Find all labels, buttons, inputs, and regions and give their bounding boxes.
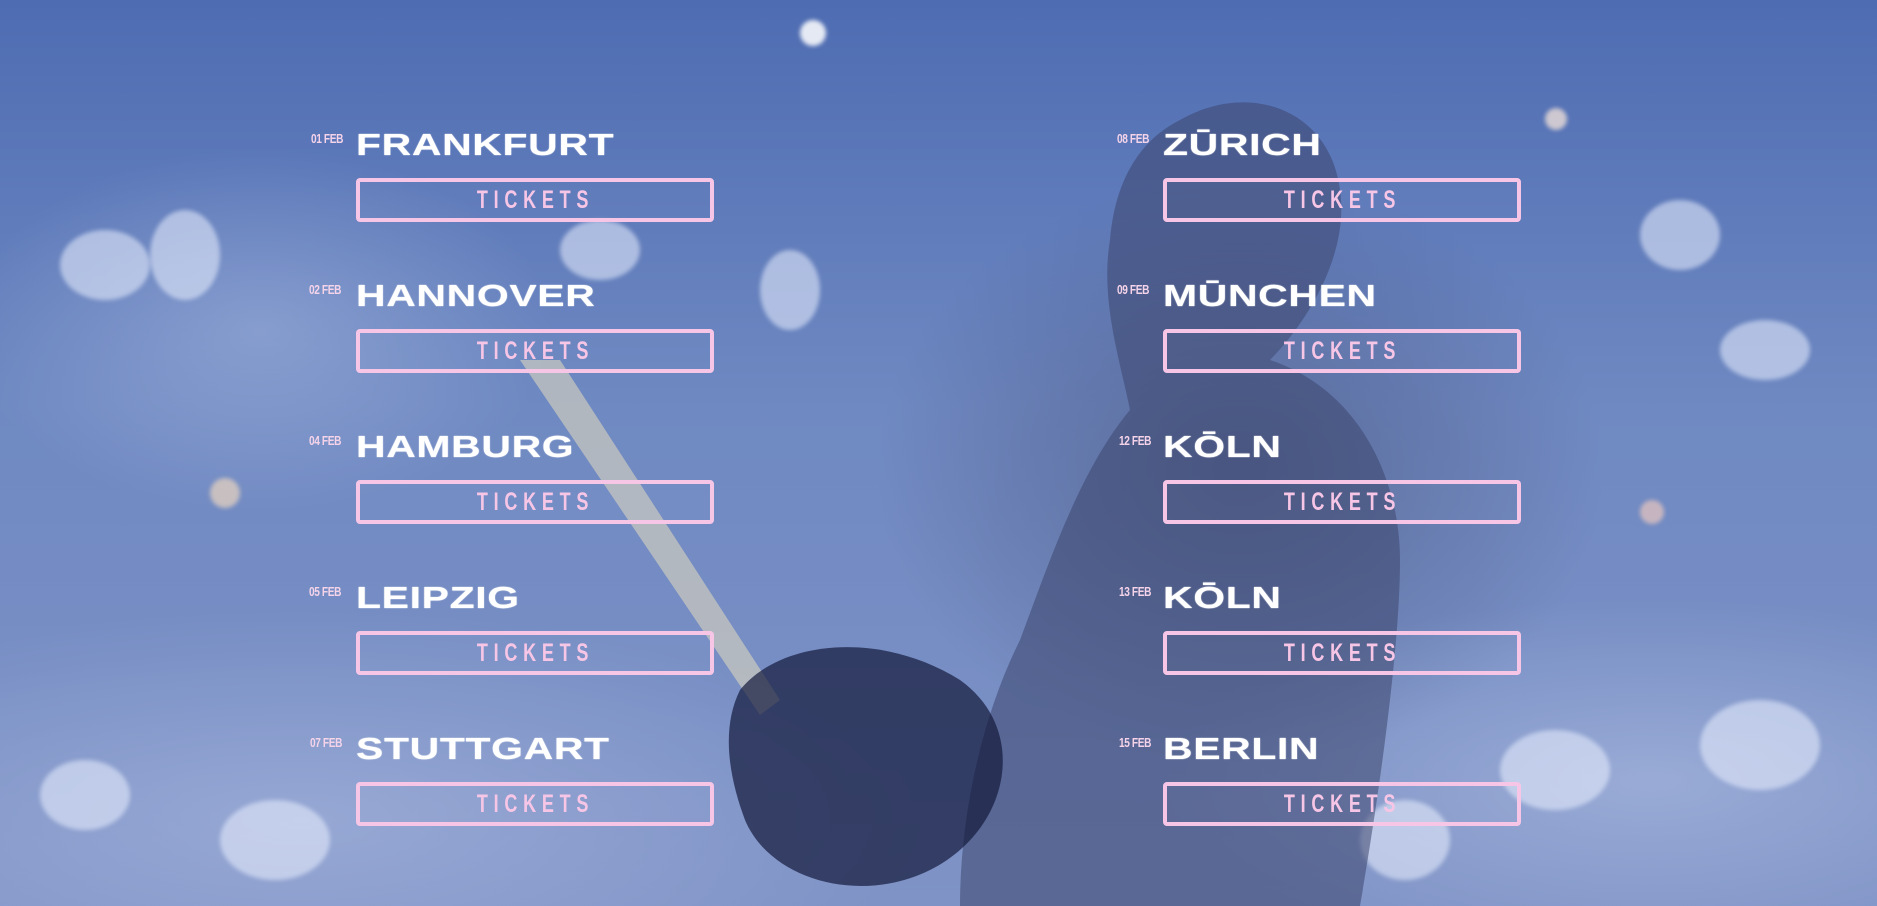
tickets-button[interactable]: TICKETS (356, 178, 714, 222)
tickets-button[interactable]: TICKETS (1163, 782, 1521, 826)
tickets-button[interactable]: TICKETS (1163, 329, 1521, 373)
event-city: STUTTGART (356, 731, 610, 766)
event-date: 13 FEB (1119, 584, 1152, 599)
event-city: FRANKFURT (356, 127, 615, 162)
event-date: 09 FEB (1117, 282, 1150, 297)
event-city: KŌLN (1163, 429, 1282, 464)
event-date: 12 FEB (1119, 433, 1152, 448)
tickets-button-label: TICKETS (476, 336, 594, 365)
event-date: 04 FEB (309, 433, 342, 448)
tickets-button-label: TICKETS (476, 638, 594, 667)
tickets-button[interactable]: TICKETS (1163, 178, 1521, 222)
tickets-button[interactable]: TICKETS (1163, 480, 1521, 524)
tickets-button[interactable]: TICKETS (356, 631, 714, 675)
tickets-button-label: TICKETS (1283, 487, 1401, 516)
event-date: 08 FEB (1117, 131, 1150, 146)
tickets-button-label: TICKETS (476, 487, 594, 516)
event-date: 15 FEB (1119, 735, 1152, 750)
event-date: 02 FEB (309, 282, 342, 297)
event-city: MŪNCHEN (1163, 278, 1377, 313)
event-date: 01 FEB (311, 131, 344, 146)
event-city: LEIPZIG (356, 580, 520, 615)
tickets-button-label: TICKETS (476, 789, 594, 818)
tickets-button[interactable]: TICKETS (356, 782, 714, 826)
event-city: BERLIN (1163, 731, 1320, 766)
event-city: HAMBURG (356, 429, 575, 464)
event-date: 07 FEB (310, 735, 343, 750)
tickets-button[interactable]: TICKETS (1163, 631, 1521, 675)
tickets-button[interactable]: TICKETS (356, 480, 714, 524)
event-city: KŌLN (1163, 580, 1282, 615)
event-city: ZŪRICH (1163, 127, 1322, 162)
event-date: 05 FEB (309, 584, 342, 599)
concert-background-photo (0, 0, 1877, 906)
tickets-button-label: TICKETS (1283, 638, 1401, 667)
tickets-button-label: TICKETS (1283, 336, 1401, 365)
guitarist-silhouette (520, 102, 1400, 906)
tickets-button-label: TICKETS (1283, 789, 1401, 818)
tickets-button[interactable]: TICKETS (356, 329, 714, 373)
tickets-button-label: TICKETS (1283, 185, 1401, 214)
tickets-button-label: TICKETS (476, 185, 594, 214)
event-city: HANNOVER (356, 278, 596, 313)
